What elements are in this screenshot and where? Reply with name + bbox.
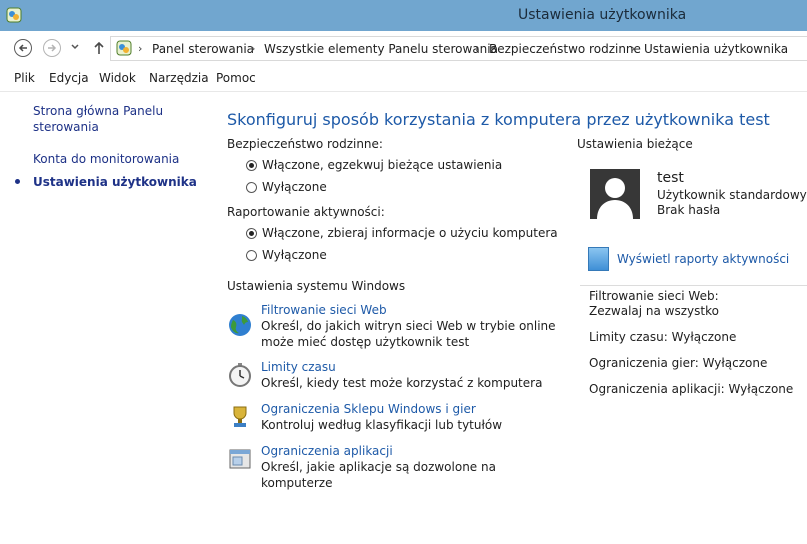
web-filter-status-label: Filtrowanie sieci Web: <box>589 289 719 303</box>
control-panel-icon[interactable] <box>5 6 23 24</box>
time-limits-link[interactable]: Limity czasu <box>261 360 336 374</box>
sidebar-item-control-panel-home[interactable]: Strona główna Panelu sterowania <box>33 103 163 135</box>
control-panel-breadcrumb-icon <box>116 40 132 56</box>
divider <box>580 285 807 286</box>
user-name: test <box>657 170 684 186</box>
up-arrow-icon[interactable] <box>92 40 106 56</box>
breadcrumb-item[interactable]: Ustawienia użytkownika <box>644 42 788 56</box>
breadcrumb-item[interactable]: Panel sterowania <box>152 42 254 56</box>
app-window-icon <box>229 449 251 469</box>
current-settings-heading: Ustawienia bieżące <box>577 137 693 151</box>
windows-settings-heading: Ustawienia systemu Windows <box>227 279 406 293</box>
breadcrumb-separator-icon[interactable]: › <box>631 42 635 55</box>
app-restrictions-description: Określ, jakie aplikacje są dozwolone na … <box>261 460 496 490</box>
breadcrumb-item[interactable]: Wszystkie elementy Panelu sterowania <box>264 42 498 56</box>
activity-report-icon <box>588 247 609 271</box>
activity-reporting-label: Raportowanie aktywności: <box>227 205 385 219</box>
arrow-right-icon <box>48 44 57 52</box>
family-safety-off-label[interactable]: Wyłączone <box>262 180 327 194</box>
family-safety-on-radio[interactable] <box>246 160 257 171</box>
app-restrictions-link[interactable]: Ograniczenia aplikacji <box>261 444 393 458</box>
back-button[interactable] <box>14 39 32 57</box>
menu-edit[interactable]: Edycja <box>49 71 89 85</box>
globe-icon <box>229 314 251 336</box>
menu-help[interactable]: Pomoc <box>216 71 256 85</box>
activity-reporting-off-radio[interactable] <box>246 250 257 261</box>
family-safety-on-label[interactable]: Włączone, egzekwuj bieżące ustawienia <box>262 158 502 172</box>
menu-tools[interactable]: Narzędzia <box>149 71 209 85</box>
web-filter-status-value: Zezwalaj na wszystko <box>589 304 719 318</box>
sidebar-item-user-settings: Ustawienia użytkownika <box>33 175 197 189</box>
family-safety-label: Bezpieczeństwo rodzinne: <box>227 137 383 151</box>
activity-reporting-on-radio[interactable] <box>246 228 257 239</box>
time-limits-status: Limity czasu: Wyłączone <box>589 330 737 344</box>
menu-view[interactable]: Widok <box>99 71 136 85</box>
window-title: Ustawienia użytkownika <box>518 7 687 23</box>
breadcrumb-separator-icon[interactable]: › <box>251 42 255 55</box>
recent-pages-chevron-down-icon[interactable] <box>71 44 79 50</box>
family-safety-off-radio[interactable] <box>246 182 257 193</box>
avatar <box>590 169 640 219</box>
activity-reporting-on-label[interactable]: Włączone, zbieraj informacje o użyciu ko… <box>262 226 558 240</box>
time-limits-description: Określ, kiedy test może korzystać z komp… <box>261 376 543 390</box>
web-filtering-description: Określ, do jakich witryn sieci Web w try… <box>261 319 556 349</box>
forward-button[interactable] <box>43 39 61 57</box>
game-limits-status: Ograniczenia gier: Wyłączone <box>589 356 768 370</box>
breadcrumb-separator-icon[interactable]: › <box>138 42 142 55</box>
app-limits-status: Ograniczenia aplikacji: Wyłączone <box>589 382 794 396</box>
arrow-left-icon <box>18 44 27 52</box>
breadcrumb-item[interactable]: Bezpieczeństwo rodzinne <box>489 42 641 56</box>
activity-reporting-off-label[interactable]: Wyłączone <box>262 248 327 262</box>
sidebar-item-monitored-accounts[interactable]: Konta do monitorowania <box>33 151 179 167</box>
store-games-limits-description: Kontroluj według klasyfikacji lub tytułó… <box>261 418 503 432</box>
store-games-limits-link[interactable]: Ograniczenia Sklepu Windows i gier <box>261 402 476 416</box>
current-item-bullet-icon <box>15 179 20 184</box>
page-title: Skonfiguruj sposób korzystania z kompute… <box>227 110 770 129</box>
password-status: Brak hasła <box>657 203 721 217</box>
user-silhouette-icon <box>597 178 633 219</box>
breadcrumb-separator-icon[interactable]: › <box>475 42 479 55</box>
user-type: Użytkownik standardowy <box>657 188 807 202</box>
view-activity-reports-link[interactable]: Wyświetl raporty aktywności <box>617 252 789 266</box>
sidebar-item-label: Strona główna Panelu <box>33 104 164 118</box>
trophy-icon <box>233 406 247 427</box>
menu-file[interactable]: Plik <box>14 71 35 85</box>
stopwatch-icon <box>229 363 251 387</box>
sidebar-item-label: sterowania <box>33 120 99 134</box>
web-filtering-link[interactable]: Filtrowanie sieci Web <box>261 303 387 317</box>
